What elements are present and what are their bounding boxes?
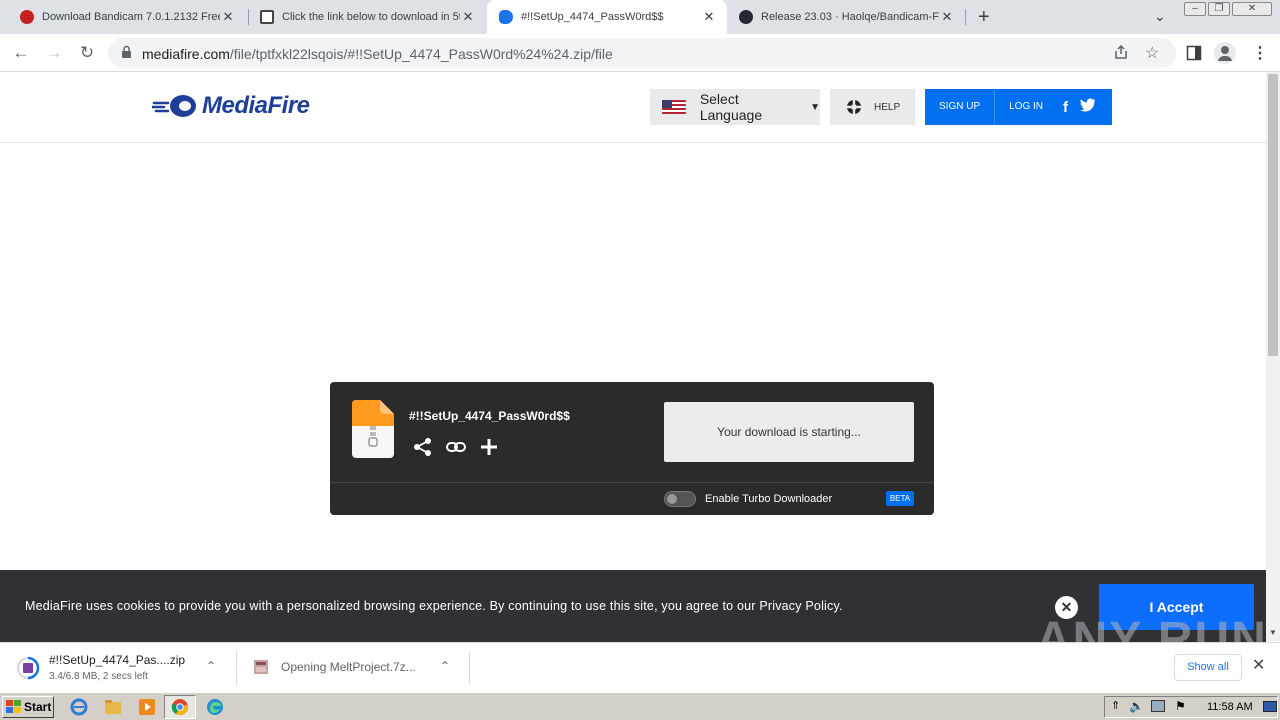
tab-bandicam[interactable]: Download Bandicam 7.0.1.2132 Free ✕ <box>8 0 246 34</box>
us-flag-icon <box>662 100 686 114</box>
download-card: #!!SetUp_4474_PassW0rd$$ Your download i… <box>330 382 934 515</box>
network-icon[interactable] <box>1151 700 1165 712</box>
log-in-button[interactable]: LOG IN <box>995 89 1057 125</box>
page-favicon-icon <box>260 10 274 24</box>
download-status-button[interactable]: Your download is starting... <box>664 402 914 462</box>
back-arrow-icon[interactable]: ← <box>10 42 32 64</box>
internet-explorer-icon[interactable] <box>70 698 88 716</box>
tab-title: Download Bandicam 7.0.1.2132 Free <box>42 11 220 23</box>
download-progress-text: 3.4/6.8 MB, 2 secs left <box>49 671 148 682</box>
side-panel-icon[interactable] <box>1186 45 1202 66</box>
twitter-icon[interactable] <box>1080 98 1096 117</box>
restore-window-button[interactable]: ❐ <box>1208 2 1230 16</box>
windows-taskbar: Start ⇑ 🔈 ⚑ 11:58 AM <box>0 692 1280 720</box>
show-desktop-icon[interactable] <box>1263 701 1277 712</box>
sign-up-button[interactable]: SIGN UP <box>925 89 994 125</box>
share-page-icon[interactable] <box>1113 44 1129 65</box>
chevron-up-icon[interactable]: ⌃ <box>206 659 216 673</box>
system-tray: ⇑ 🔈 ⚑ 11:58 AM <box>1104 696 1278 718</box>
tab-mediafire-active[interactable]: #!!SetUp_4474_PassW0rd$$ ✕ <box>487 0 727 34</box>
help-button[interactable]: HELP <box>830 89 915 125</box>
minimize-window-button[interactable]: – <box>1184 2 1206 16</box>
scroll-down-arrow-icon[interactable]: ▼ <box>1269 628 1277 637</box>
close-tab-icon[interactable]: ✕ <box>460 9 476 25</box>
select-language-button[interactable]: Select Language ▼ <box>650 89 820 125</box>
turbo-downloader-toggle[interactable] <box>664 491 696 507</box>
download-file-name: Opening MeltProject.7z... <box>281 660 416 674</box>
url-text: mediafire.com/file/tptfxkl22lsqois/#!!Se… <box>142 46 613 62</box>
edge-icon[interactable] <box>206 698 224 716</box>
github-favicon-icon <box>739 10 753 24</box>
chrome-icon <box>171 699 188 716</box>
close-shelf-icon[interactable]: ✕ <box>1252 655 1265 675</box>
browser-menu-icon[interactable]: ⋮ <box>1252 43 1268 63</box>
add-to-account-icon[interactable] <box>478 436 500 458</box>
auth-group: SIGN UP LOG IN f <box>925 89 1112 125</box>
tab-divider <box>965 9 966 25</box>
mediafire-flame-icon <box>152 95 196 117</box>
bookmark-star-icon[interactable]: ☆ <box>1145 43 1159 63</box>
tab-click-link[interactable]: Click the link below to download in 5t ✕ <box>248 0 486 34</box>
chevron-up-icon[interactable]: ⌃ <box>440 659 450 673</box>
lifebuoy-icon <box>847 100 861 114</box>
download-item[interactable]: #!!SetUp_4474_Pas....zip 3.4/6.8 MB, 2 s… <box>0 643 236 693</box>
forward-arrow-icon[interactable]: → <box>43 42 65 64</box>
logo-wordmark: MediaFire <box>202 92 310 119</box>
facebook-icon[interactable]: f <box>1063 99 1068 116</box>
download-shelf: #!!SetUp_4474_Pas....zip 3.4/6.8 MB, 2 s… <box>0 642 1280 692</box>
archive-file-icon <box>254 660 268 674</box>
close-tab-icon[interactable]: ✕ <box>220 9 236 25</box>
url-path: /file/tptfxkl22lsqois/#!!SetUp_4474_Pass… <box>229 46 613 62</box>
lock-icon[interactable] <box>121 45 132 64</box>
caret-down-icon: ▼ <box>810 101 820 113</box>
bandicam-favicon-icon <box>20 10 34 24</box>
close-tab-icon[interactable]: ✕ <box>701 9 717 25</box>
file-explorer-icon[interactable] <box>104 698 122 716</box>
tab-strip: Download Bandicam 7.0.1.2132 Free ✕ Clic… <box>0 0 1280 34</box>
turbo-downloader-label: Enable Turbo Downloader <box>705 493 833 505</box>
scrollbar-thumb[interactable] <box>1268 74 1278 356</box>
download-progress-ring-icon <box>16 656 40 680</box>
chrome-taskbar-button[interactable] <box>164 695 196 719</box>
start-button[interactable]: Start <box>2 696 54 718</box>
cookie-message: MediaFire uses cookies to provide you wi… <box>25 599 843 613</box>
help-label: HELP <box>874 101 901 113</box>
media-player-icon[interactable] <box>138 698 156 716</box>
reload-icon[interactable]: ↻ <box>76 42 98 64</box>
start-label: Start <box>24 700 52 714</box>
tray-expand-icon[interactable]: ⇑ <box>1111 699 1120 712</box>
tab-search-chevron-icon[interactable]: ⌄ <box>1154 8 1166 25</box>
tab-github-release[interactable]: Release 23.03 · Haolqe/Bandicam-Fr ✕ <box>727 0 965 34</box>
windows-logo-icon <box>6 700 21 713</box>
tab-title: Release 23.03 · Haolqe/Bandicam-Fr <box>761 11 939 23</box>
close-window-button[interactable]: ✕ <box>1232 2 1272 16</box>
profile-avatar-icon[interactable] <box>1214 42 1236 64</box>
shelf-divider <box>469 651 470 685</box>
download-file-name: #!!SetUp_4474_Pas....zip <box>49 653 186 667</box>
mediafire-favicon-icon <box>499 10 513 24</box>
action-center-flag-icon[interactable]: ⚑ <box>1175 699 1186 713</box>
browser-toolbar: ← → ↻ mediafire.com/file/tptfxkl22lsqois… <box>0 34 1280 72</box>
language-label: Select Language <box>699 91 763 123</box>
file-name: #!!SetUp_4474_PassW0rd$$ <box>409 409 570 423</box>
url-host: mediafire.com <box>142 46 230 62</box>
mediafire-logo[interactable]: MediaFire <box>152 92 310 120</box>
copy-link-icon[interactable] <box>445 436 467 458</box>
tab-title: #!!SetUp_4474_PassW0rd$$ <box>521 11 664 23</box>
card-divider <box>330 482 934 483</box>
share-icon[interactable] <box>412 436 434 458</box>
address-bar[interactable]: mediafire.com/file/tptfxkl22lsqois/#!!Se… <box>108 38 1176 68</box>
page-scrollbar[interactable]: ▼ <box>1266 72 1280 641</box>
system-clock[interactable]: 11:58 AM <box>1207 701 1253 713</box>
tab-title: Click the link below to download in 5t <box>282 11 460 23</box>
download-item[interactable]: Opening MeltProject.7z... ⌃ <box>237 643 469 693</box>
zip-file-icon <box>352 400 394 458</box>
new-tab-button[interactable]: + <box>978 6 990 29</box>
beta-badge: BETA <box>886 491 914 506</box>
close-tab-icon[interactable]: ✕ <box>939 9 955 25</box>
show-all-downloads-button[interactable]: Show all <box>1174 654 1242 681</box>
volume-icon[interactable]: 🔈 <box>1129 699 1144 713</box>
site-header: MediaFire Select Language ▼ HELP SIGN UP… <box>0 72 1266 143</box>
toggle-knob <box>667 494 677 504</box>
